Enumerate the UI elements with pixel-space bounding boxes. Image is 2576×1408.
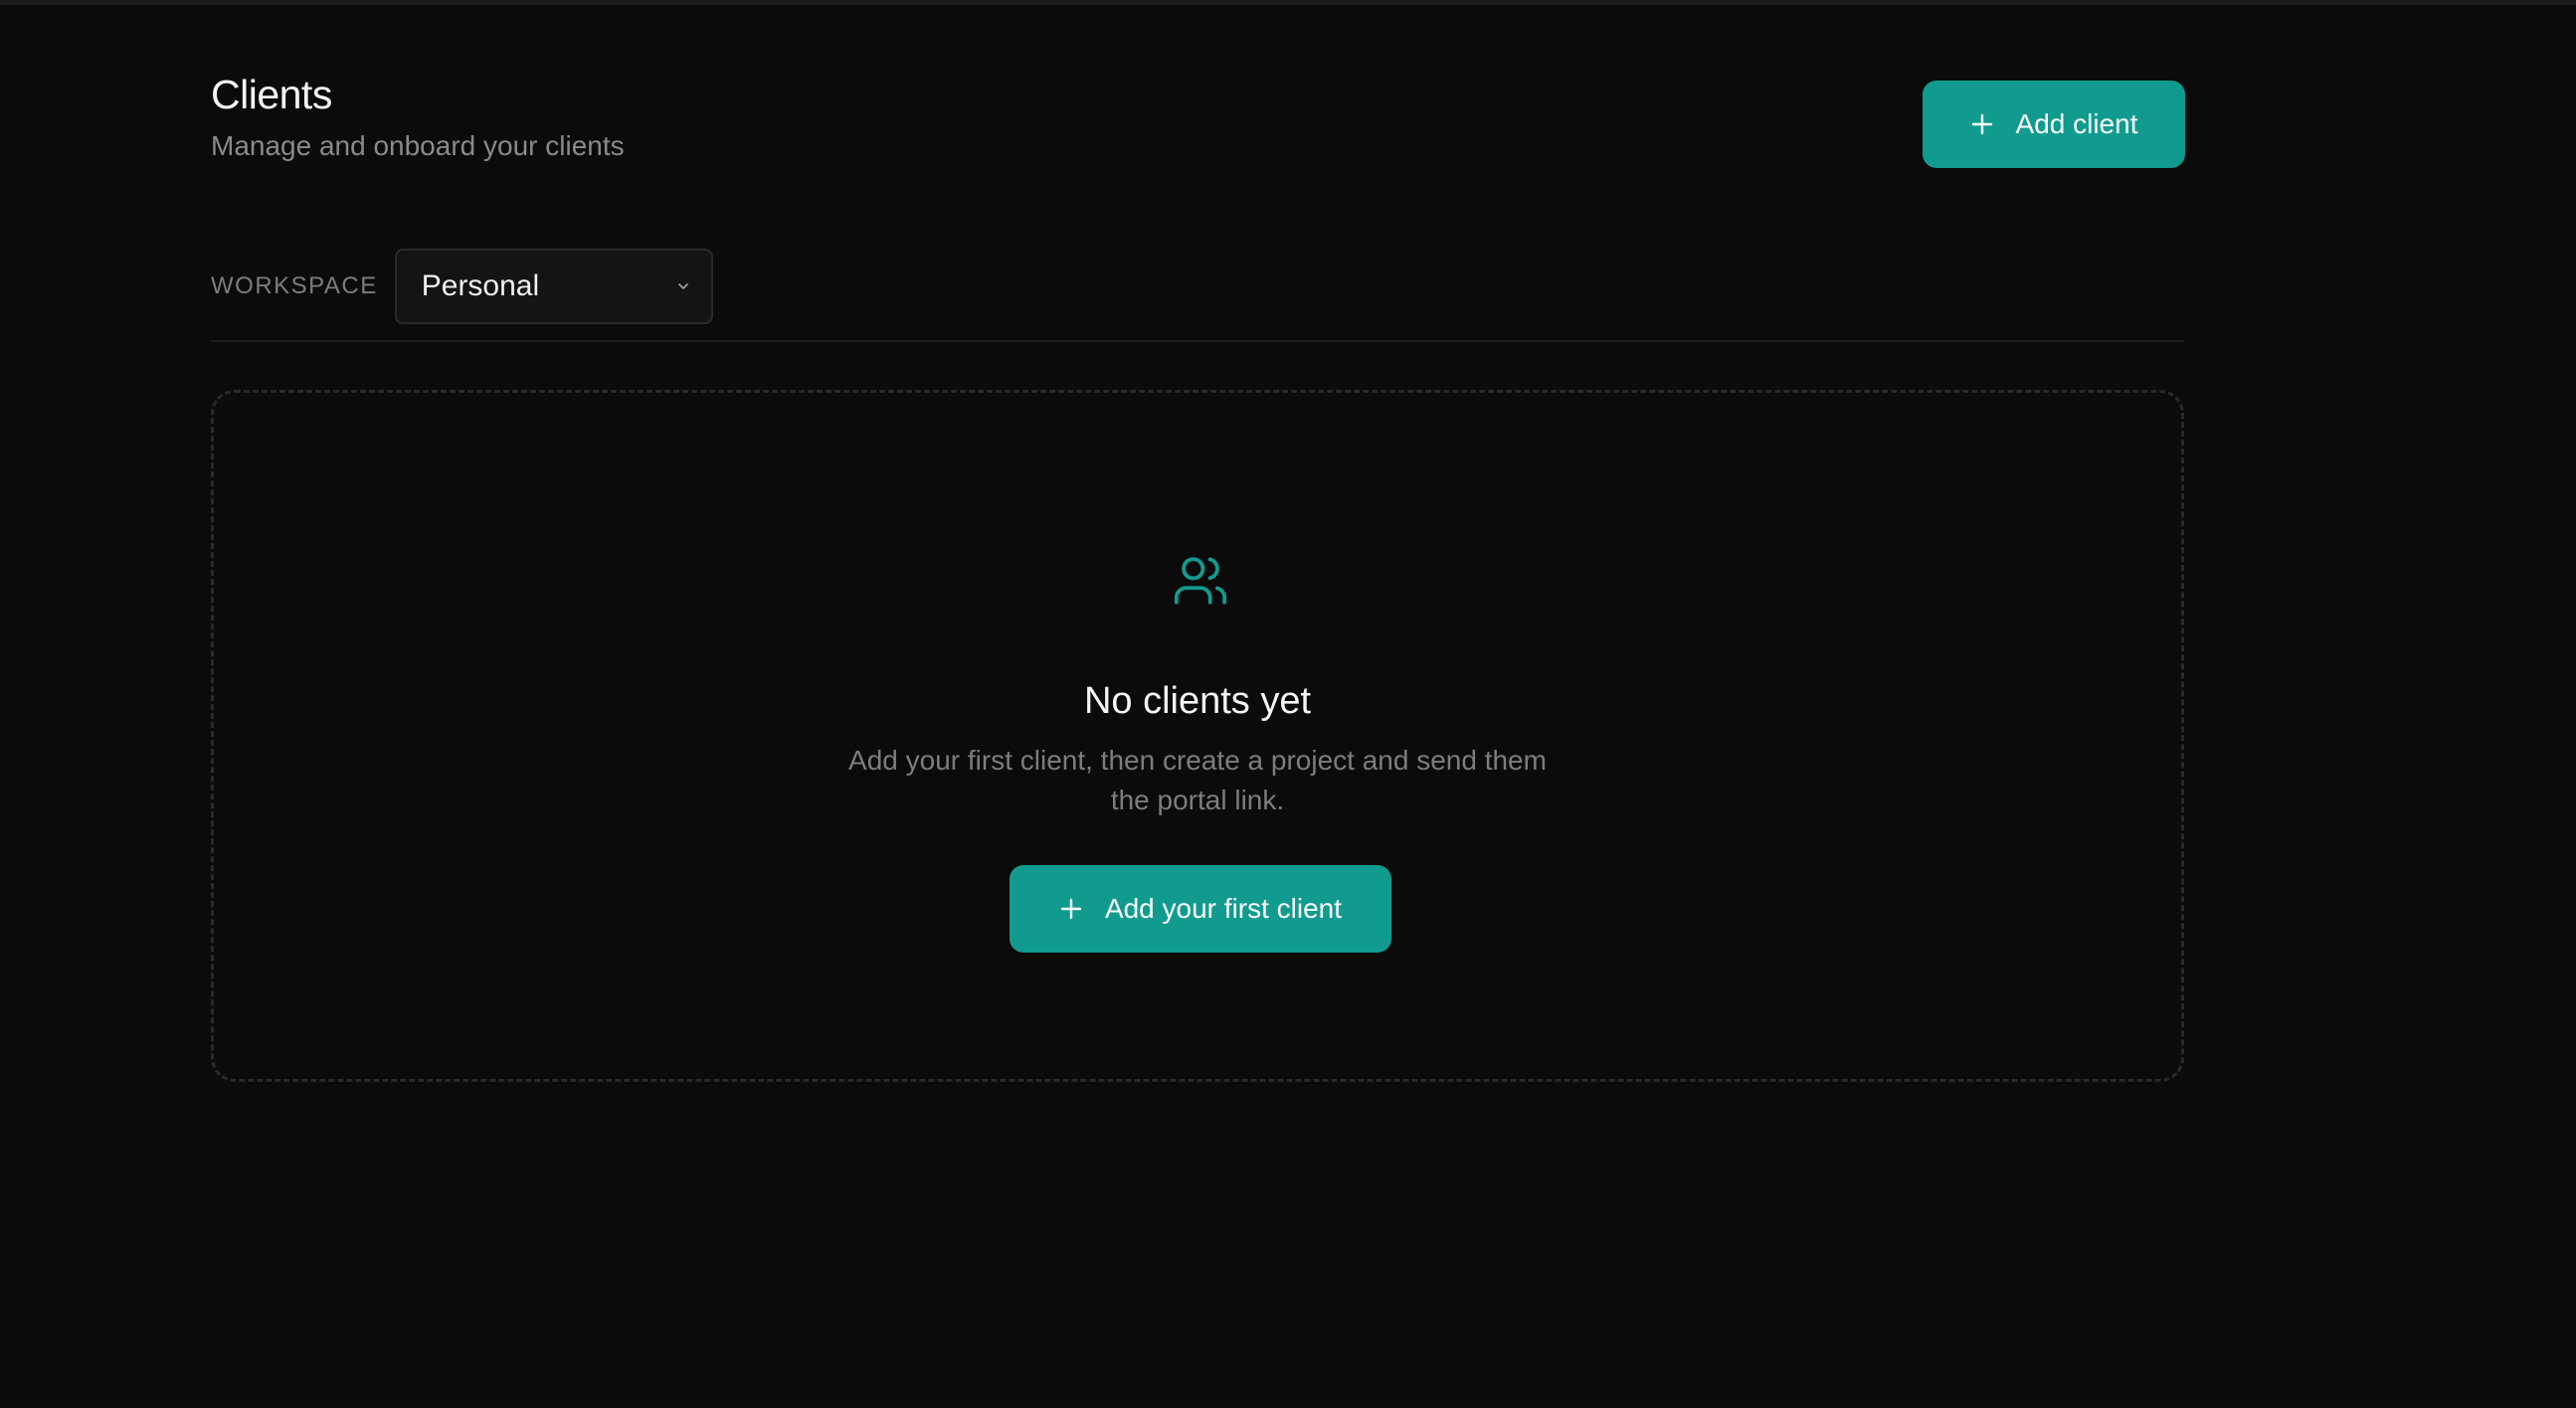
workspace-label: WORKSPACE [211, 272, 378, 299]
plus-icon [1060, 898, 1082, 920]
chevron-down-icon [677, 283, 688, 289]
empty-state-title: No clients yet [1083, 680, 1312, 722]
add-first-client-button[interactable]: Add your first client [1010, 865, 1391, 953]
empty-state-panel: No clients yet Add your first client, th… [211, 390, 2184, 1082]
users-icon [1174, 557, 1227, 605]
empty-state-description-line-1: Add your first client, then create a pro… [848, 745, 1547, 776]
plus-icon [1971, 113, 1992, 135]
workspace-select[interactable]: Personal [394, 249, 713, 324]
add-client-label: Add client [2015, 108, 2138, 139]
page-subtitle: Manage and onboard your clients [211, 130, 625, 161]
empty-state-description: Add your first client, then create a pro… [214, 741, 2181, 820]
add-client-button[interactable]: Add client [1923, 81, 2185, 168]
workspace-row: WORKSPACE Personal [211, 249, 713, 324]
workspace-selected-value: Personal [421, 269, 540, 302]
add-first-client-label: Add your first client [1104, 893, 1343, 924]
divider [211, 340, 2184, 342]
page-title: Clients [211, 72, 332, 117]
page-header: Clients Manage and onboard your clients … [211, 0, 2185, 199]
empty-state-description-line-2: the portal link. [1110, 785, 1285, 815]
